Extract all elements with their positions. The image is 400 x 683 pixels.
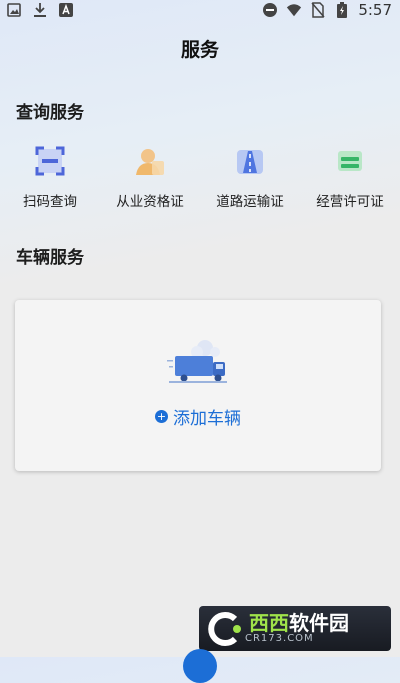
add-vehicle-label: 添加车辆 (173, 409, 241, 429)
vehicle-section-title: 车辆服务 (16, 248, 84, 268)
watermark-c-icon (208, 611, 241, 646)
service-scan-query[interactable]: 扫码查询 (0, 144, 100, 210)
service-road-transport-cert[interactable]: 道路运输证 (200, 144, 300, 210)
service-qualification-cert[interactable]: 从业资格证 (100, 144, 200, 210)
watermark-main-a: 西西 (249, 610, 289, 635)
query-section-title: 查询服务 (16, 103, 84, 123)
truck-illustration-icon (167, 340, 229, 390)
service-label: 经营许可证 (316, 194, 384, 210)
text-a-icon (58, 2, 74, 18)
scan-icon (33, 144, 67, 178)
service-label: 从业资格证 (116, 194, 184, 210)
service-label: 道路运输证 (216, 194, 284, 210)
license-icon (333, 144, 367, 178)
watermark-main-b: 软件园 (289, 610, 349, 635)
do-not-disturb-icon (262, 2, 278, 18)
no-sim-icon (310, 2, 326, 18)
status-clock: 5:57 (358, 1, 392, 19)
watermark-sub: CR173.COM (245, 632, 314, 644)
download-icon (32, 2, 48, 18)
status-bar: 5:57 (0, 0, 400, 22)
battery-charging-icon (334, 2, 350, 18)
page-title: 服务 (180, 39, 219, 61)
person-icon (133, 144, 167, 178)
service-business-license[interactable]: 经营许可证 (300, 144, 400, 210)
bottom-nav-button[interactable] (183, 649, 217, 683)
road-icon (233, 144, 267, 178)
query-services-grid: 扫码查询 从业资格证 道路运输证 经营许可证 (0, 144, 400, 210)
status-right-icons: 5:57 (262, 1, 392, 19)
wifi-icon (286, 2, 302, 18)
plus-icon: + (155, 410, 168, 423)
add-vehicle-card[interactable]: + 添加车辆 (15, 300, 381, 471)
service-label: 扫码查询 (23, 194, 77, 210)
status-left-icons (6, 2, 74, 18)
add-vehicle-button[interactable]: + 添加车辆 (15, 404, 381, 429)
image-icon (6, 2, 22, 18)
watermark-logo: 西西软件园 CR173.COM (199, 606, 391, 651)
